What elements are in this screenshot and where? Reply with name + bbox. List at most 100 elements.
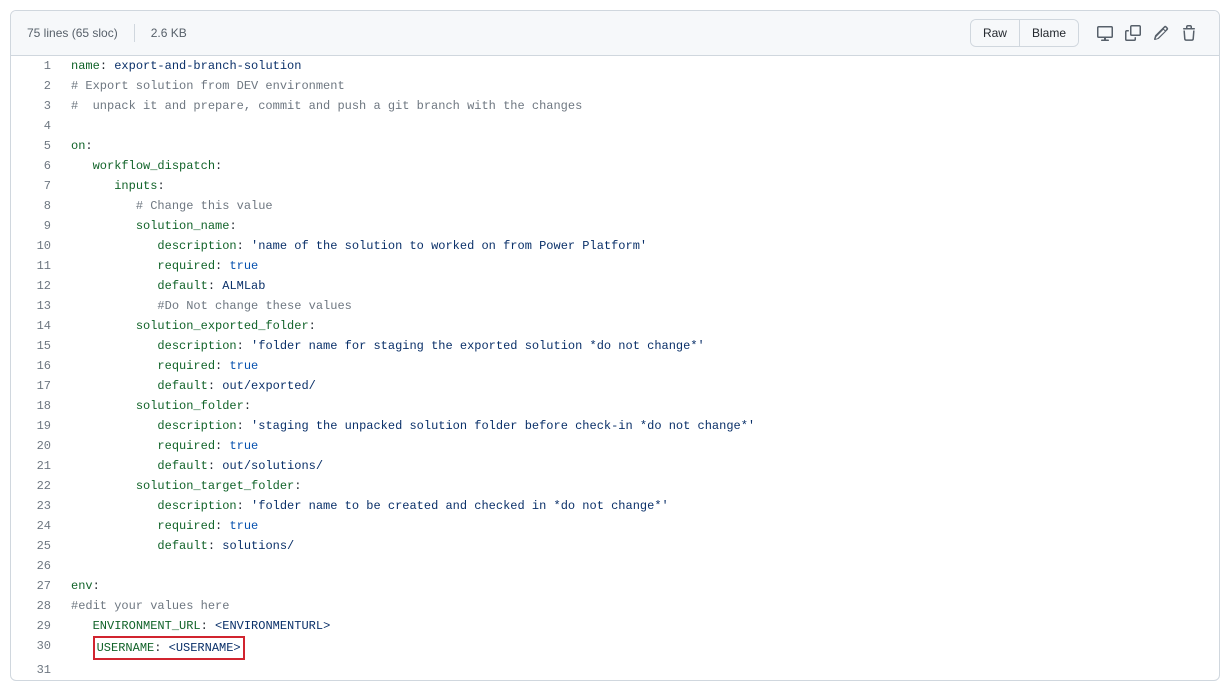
- line-content: [61, 660, 1219, 680]
- code-table: 1name: export-and-branch-solution2# Expo…: [11, 56, 1219, 680]
- line-content: # Change this value: [61, 196, 1219, 216]
- line-number[interactable]: 4: [11, 116, 61, 136]
- line-number[interactable]: 29: [11, 616, 61, 636]
- code-line: 20 required: true: [11, 436, 1219, 456]
- line-content: required: true: [61, 356, 1219, 376]
- line-number[interactable]: 3: [11, 96, 61, 116]
- highlighted-region: USERNAME: <USERNAME>: [93, 636, 245, 660]
- code-line: 29 ENVIRONMENT_URL: <ENVIRONMENTURL>: [11, 616, 1219, 636]
- line-number[interactable]: 5: [11, 136, 61, 156]
- line-number[interactable]: 8: [11, 196, 61, 216]
- line-number[interactable]: 14: [11, 316, 61, 336]
- raw-blame-group: Raw Blame: [970, 19, 1079, 47]
- line-number[interactable]: 22: [11, 476, 61, 496]
- code-area: 1name: export-and-branch-solution2# Expo…: [11, 56, 1219, 680]
- line-content: solution_folder:: [61, 396, 1219, 416]
- line-content: env:: [61, 576, 1219, 596]
- line-number[interactable]: 25: [11, 536, 61, 556]
- line-number[interactable]: 30: [11, 636, 61, 660]
- code-line: 28#edit your values here: [11, 596, 1219, 616]
- blame-button[interactable]: Blame: [1020, 20, 1078, 46]
- trash-icon[interactable]: [1175, 19, 1203, 47]
- code-line: 18 solution_folder:: [11, 396, 1219, 416]
- code-line: 24 required: true: [11, 516, 1219, 536]
- desktop-icon[interactable]: [1091, 19, 1119, 47]
- code-line: 12 default: ALMLab: [11, 276, 1219, 296]
- code-line: 10 description: 'name of the solution to…: [11, 236, 1219, 256]
- file-header: 75 lines (65 sloc) 2.6 KB Raw Blame: [11, 11, 1219, 56]
- line-content: description: 'folder name to be created …: [61, 496, 1219, 516]
- line-number[interactable]: 10: [11, 236, 61, 256]
- line-content: description: 'name of the solution to wo…: [61, 236, 1219, 256]
- line-number[interactable]: 6: [11, 156, 61, 176]
- line-content: default: ALMLab: [61, 276, 1219, 296]
- line-number[interactable]: 11: [11, 256, 61, 276]
- code-line: 26: [11, 556, 1219, 576]
- code-line: 13 #Do Not change these values: [11, 296, 1219, 316]
- line-number[interactable]: 19: [11, 416, 61, 436]
- line-content: name: export-and-branch-solution: [61, 56, 1219, 76]
- line-content: inputs:: [61, 176, 1219, 196]
- file-box: 75 lines (65 sloc) 2.6 KB Raw Blame: [10, 10, 1220, 681]
- line-content: on:: [61, 136, 1219, 156]
- code-line: 27env:: [11, 576, 1219, 596]
- line-number[interactable]: 20: [11, 436, 61, 456]
- line-number[interactable]: 27: [11, 576, 61, 596]
- line-number[interactable]: 13: [11, 296, 61, 316]
- code-line: 25 default: solutions/: [11, 536, 1219, 556]
- line-content: solution_name:: [61, 216, 1219, 236]
- lines-info: 75 lines (65 sloc): [27, 26, 118, 40]
- line-content: # unpack it and prepare, commit and push…: [61, 96, 1219, 116]
- code-line: 8 # Change this value: [11, 196, 1219, 216]
- line-number[interactable]: 31: [11, 660, 61, 680]
- line-content: solution_target_folder:: [61, 476, 1219, 496]
- code-line: 4: [11, 116, 1219, 136]
- line-number[interactable]: 28: [11, 596, 61, 616]
- line-number[interactable]: 17: [11, 376, 61, 396]
- line-content: workflow_dispatch:: [61, 156, 1219, 176]
- line-number[interactable]: 23: [11, 496, 61, 516]
- edit-icon[interactable]: [1147, 19, 1175, 47]
- line-number[interactable]: 15: [11, 336, 61, 356]
- line-content: solution_exported_folder:: [61, 316, 1219, 336]
- file-info: 75 lines (65 sloc) 2.6 KB: [27, 24, 187, 42]
- line-number[interactable]: 7: [11, 176, 61, 196]
- line-content: required: true: [61, 436, 1219, 456]
- code-line: 9 solution_name:: [11, 216, 1219, 236]
- line-content: #edit your values here: [61, 596, 1219, 616]
- raw-button[interactable]: Raw: [971, 20, 1020, 46]
- line-content: #Do Not change these values: [61, 296, 1219, 316]
- line-number[interactable]: 1: [11, 56, 61, 76]
- line-number[interactable]: 24: [11, 516, 61, 536]
- line-content: USERNAME: <USERNAME>: [61, 636, 1219, 660]
- code-line: 1name: export-and-branch-solution: [11, 56, 1219, 76]
- line-content: ENVIRONMENT_URL: <ENVIRONMENTURL>: [61, 616, 1219, 636]
- code-line: 19 description: 'staging the unpacked so…: [11, 416, 1219, 436]
- copy-icon[interactable]: [1119, 19, 1147, 47]
- line-number[interactable]: 16: [11, 356, 61, 376]
- line-number[interactable]: 26: [11, 556, 61, 576]
- code-line: 6 workflow_dispatch:: [11, 156, 1219, 176]
- line-content: description: 'folder name for staging th…: [61, 336, 1219, 356]
- line-number[interactable]: 18: [11, 396, 61, 416]
- line-content: description: 'staging the unpacked solut…: [61, 416, 1219, 436]
- line-content: [61, 556, 1219, 576]
- line-number[interactable]: 12: [11, 276, 61, 296]
- code-line: 2# Export solution from DEV environment: [11, 76, 1219, 96]
- code-line: 5on:: [11, 136, 1219, 156]
- line-content: # Export solution from DEV environment: [61, 76, 1219, 96]
- size-info: 2.6 KB: [151, 26, 187, 40]
- code-line: 14 solution_exported_folder:: [11, 316, 1219, 336]
- line-number[interactable]: 9: [11, 216, 61, 236]
- divider: [134, 24, 135, 42]
- line-content: default: out/exported/: [61, 376, 1219, 396]
- code-line: 7 inputs:: [11, 176, 1219, 196]
- code-line: 30 USERNAME: <USERNAME>: [11, 636, 1219, 660]
- code-line: 23 description: 'folder name to be creat…: [11, 496, 1219, 516]
- line-number[interactable]: 21: [11, 456, 61, 476]
- code-line: 17 default: out/exported/: [11, 376, 1219, 396]
- code-line: 3# unpack it and prepare, commit and pus…: [11, 96, 1219, 116]
- line-number[interactable]: 2: [11, 76, 61, 96]
- code-line: 11 required: true: [11, 256, 1219, 276]
- line-content: default: out/solutions/: [61, 456, 1219, 476]
